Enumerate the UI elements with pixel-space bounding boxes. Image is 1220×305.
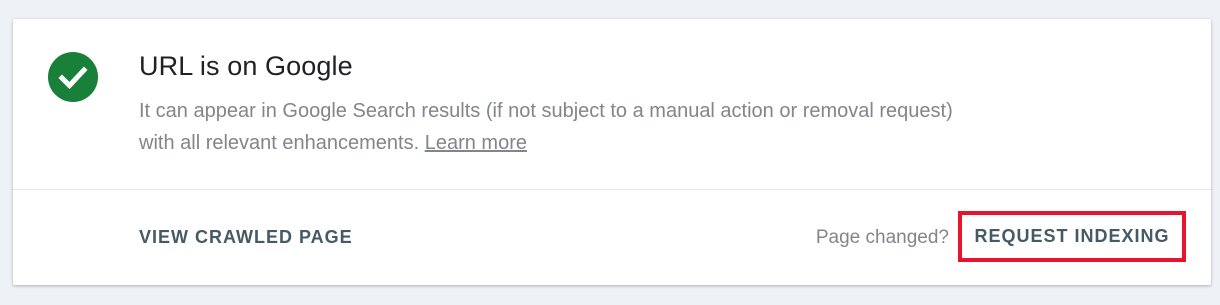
view-crawled-page-button[interactable]: VIEW CRAWLED PAGE — [139, 227, 353, 248]
status-section: URL is on Google It can appear in Google… — [13, 19, 1211, 189]
request-indexing-label: REQUEST INDEXING — [974, 226, 1170, 246]
status-description-text: It can appear in Google Search results (… — [139, 100, 953, 154]
request-indexing-button[interactable]: REQUEST INDEXING — [958, 211, 1186, 262]
status-title: URL is on Google — [139, 51, 353, 81]
divider — [13, 189, 1211, 190]
learn-more-link[interactable]: Learn more — [425, 132, 527, 154]
url-status-card: URL is on Google It can appear in Google… — [13, 19, 1211, 285]
status-description: It can appear in Google Search results (… — [139, 95, 989, 159]
page-changed-label: Page changed? — [815, 227, 949, 248]
check-circle-icon — [48, 52, 98, 102]
